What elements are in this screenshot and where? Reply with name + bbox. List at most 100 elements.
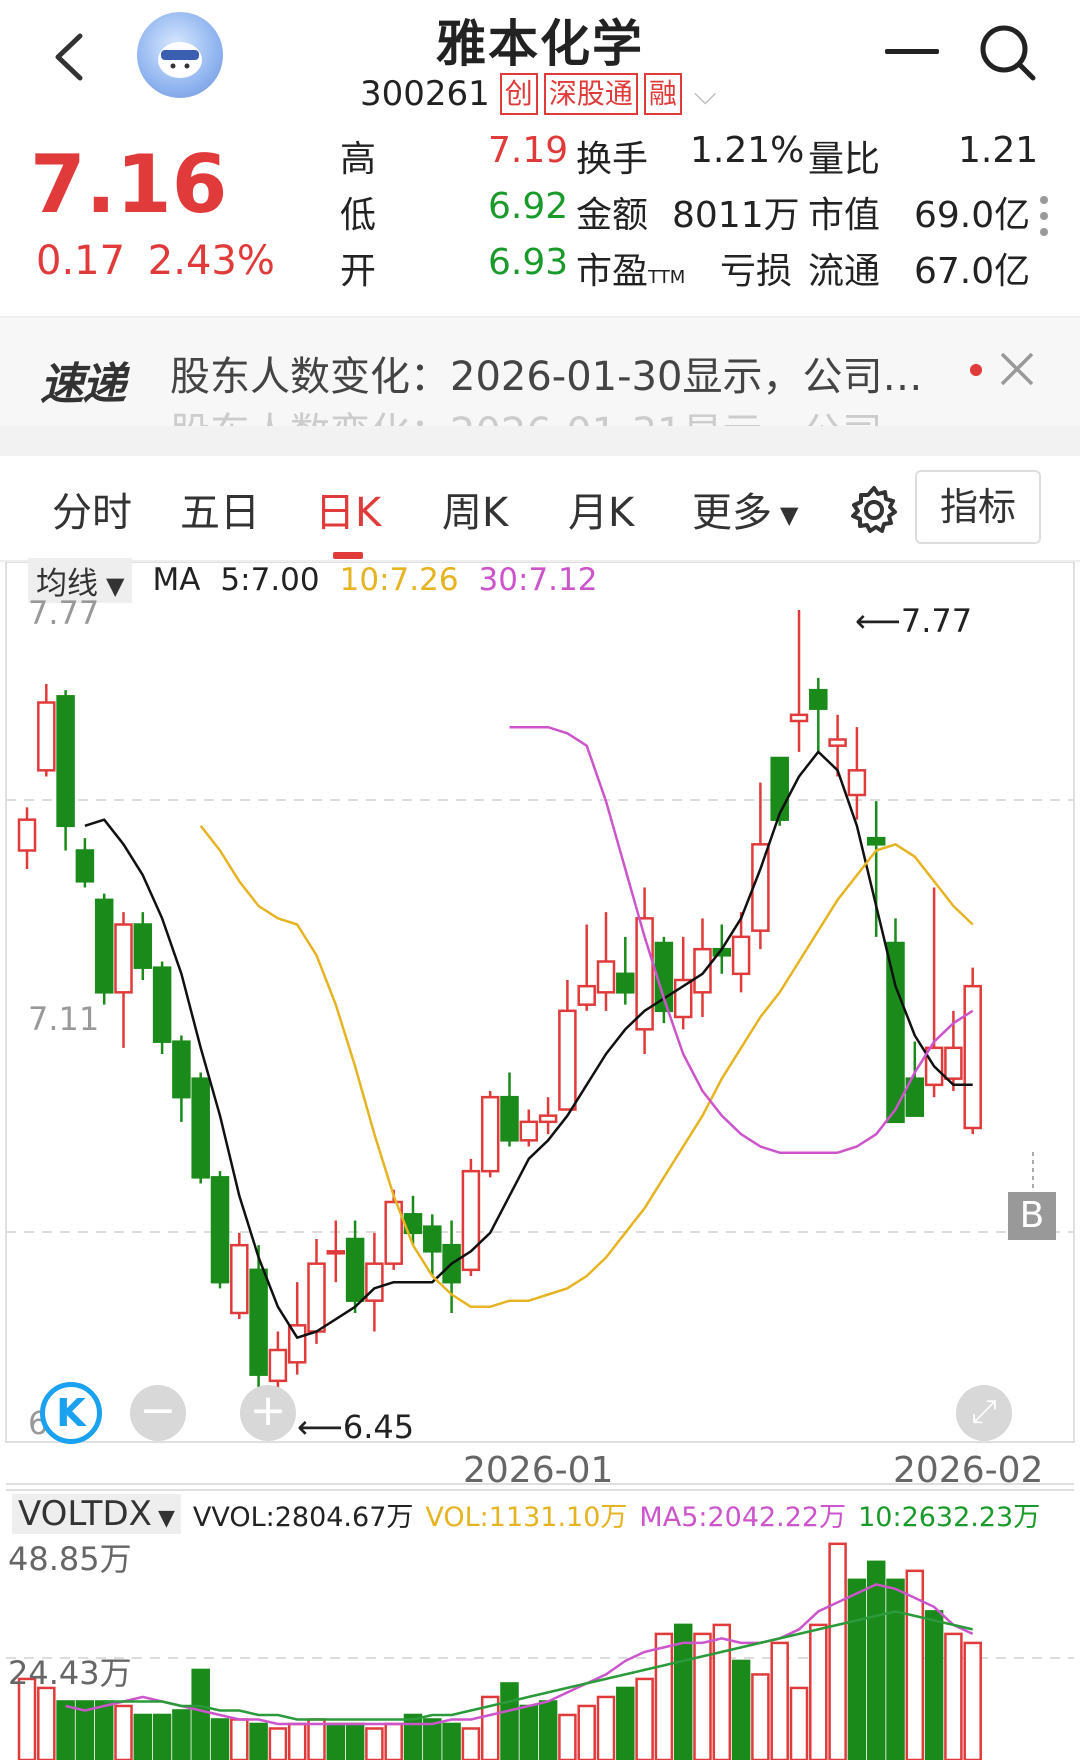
volume-bar bbox=[230, 1718, 249, 1760]
news-text[interactable]: 股东人数变化：2026-01-30显示，公司… bbox=[170, 344, 960, 402]
volume-bar bbox=[442, 1722, 461, 1760]
candle-body bbox=[152, 966, 172, 1043]
search-icon[interactable] bbox=[975, 20, 1041, 86]
volume-bar bbox=[287, 1722, 307, 1760]
label-market-cap: 市值 bbox=[808, 195, 881, 236]
vol-axis-top: 48.85万 bbox=[8, 1540, 132, 1578]
zoom-in-button[interactable]: + bbox=[240, 1385, 296, 1441]
stock-code-row: 300261 创 深股通 融 ⌵ bbox=[360, 70, 717, 118]
candle-body bbox=[17, 818, 37, 852]
value-high: 7.19 bbox=[488, 130, 569, 171]
candle-body bbox=[789, 713, 809, 723]
news-text-next: 股东人数变化：2026-01-31显示，公司… bbox=[170, 400, 960, 426]
volume-bar bbox=[886, 1578, 905, 1760]
candle-body bbox=[210, 1176, 230, 1284]
vol-value: VOL:1131.10万 bbox=[425, 1501, 628, 1533]
gear-icon[interactable] bbox=[848, 484, 900, 536]
tab-fenshi[interactable]: 分时 bbox=[52, 480, 132, 538]
label-turnover: 换手 bbox=[576, 139, 649, 180]
label-pe-text: 市盈 bbox=[576, 251, 649, 292]
candle-body bbox=[230, 1243, 249, 1315]
buy-marker[interactable]: B bbox=[1008, 1192, 1056, 1240]
candle-body bbox=[75, 849, 95, 883]
stock-name: 雅本化学 bbox=[436, 15, 644, 73]
date-label-feb: 2026-02 bbox=[893, 1450, 1044, 1491]
vol-axis-mid: 24.43万 bbox=[8, 1654, 132, 1692]
zoom-out-button[interactable]: − bbox=[130, 1385, 186, 1441]
news-ticker[interactable]: 速递 股东人数变化：2026-01-30显示，公司… 股东人数变化：2026-0… bbox=[0, 318, 1080, 426]
value-amount: 8011万 bbox=[672, 195, 800, 236]
value-volume-ratio: 1.21 bbox=[958, 130, 1039, 171]
candle-body bbox=[616, 972, 635, 994]
tab-rik[interactable]: 日K bbox=[315, 480, 381, 538]
candle-body bbox=[596, 960, 616, 994]
candle-body bbox=[480, 1095, 500, 1173]
label-high: 高 bbox=[340, 139, 377, 180]
volume-bar bbox=[635, 1677, 654, 1760]
more-vertical-icon[interactable] bbox=[1040, 196, 1050, 244]
tab-more[interactable]: 更多 ▼ bbox=[692, 480, 798, 538]
volume-bar bbox=[770, 1641, 789, 1760]
kline-chart[interactable] bbox=[0, 562, 1080, 1760]
volume-bar bbox=[94, 1700, 114, 1760]
tab-zhouk[interactable]: 周K bbox=[442, 480, 508, 538]
volume-bar bbox=[924, 1610, 944, 1760]
tab-wuri[interactable]: 五日 bbox=[180, 480, 260, 538]
candle-body bbox=[751, 843, 770, 932]
low-annotation: ⟵6.45 bbox=[297, 1408, 415, 1446]
ma-legend: 均线 ▼ MA 5:7.00 10:7.26 30:7.12 bbox=[28, 557, 617, 603]
indicator-button[interactable]: 指标 bbox=[915, 470, 1041, 544]
label-low: 低 bbox=[340, 195, 377, 236]
volume-bar bbox=[577, 1704, 596, 1760]
candle-body bbox=[731, 935, 751, 976]
value-open: 6.93 bbox=[488, 242, 569, 283]
volume-bar bbox=[249, 1722, 268, 1760]
high-annotation: ⟵7.77 bbox=[855, 602, 973, 640]
candle-body bbox=[268, 1348, 288, 1383]
candle-body bbox=[114, 923, 133, 994]
candle-body bbox=[94, 898, 114, 994]
value-low: 6.92 bbox=[488, 186, 569, 227]
candle-body bbox=[326, 1250, 346, 1255]
remove-watch-icon[interactable] bbox=[885, 49, 939, 54]
volume-bar bbox=[114, 1704, 133, 1760]
volume-bar bbox=[558, 1713, 577, 1760]
ma30-value: 30:7.12 bbox=[478, 562, 598, 598]
label-open: 开 bbox=[340, 251, 377, 292]
label-float-cap: 流通 bbox=[808, 251, 881, 292]
fullscreen-icon[interactable]: ⤢ bbox=[956, 1385, 1012, 1441]
volume-bar bbox=[731, 1659, 751, 1760]
active-tab-indicator bbox=[333, 552, 363, 559]
volume-bar bbox=[866, 1560, 886, 1760]
tab-yuek[interactable]: 月K bbox=[568, 480, 634, 538]
caret-down-icon: ▼ bbox=[780, 501, 799, 529]
caret-down-icon: ▼ bbox=[106, 571, 125, 600]
candle-body bbox=[249, 1268, 268, 1376]
volume-bar bbox=[365, 1727, 384, 1760]
volume-selector[interactable]: VOLTDX ▼ bbox=[12, 1494, 181, 1534]
low-annotation-value: 6.45 bbox=[342, 1408, 415, 1446]
tag-chuang: 创 bbox=[499, 73, 538, 115]
volume-bar bbox=[345, 1722, 365, 1760]
volume-bar bbox=[133, 1713, 153, 1760]
volume-selector-label: VOLTDX bbox=[18, 1494, 152, 1534]
vol-ma5-value: MA5:2042.22万 bbox=[639, 1501, 847, 1533]
ma-label: MA bbox=[152, 562, 201, 598]
volume-bar bbox=[500, 1682, 519, 1760]
chevron-down-icon[interactable]: ⌵ bbox=[694, 77, 717, 112]
volume-bar bbox=[963, 1641, 982, 1760]
candle-body bbox=[519, 1120, 539, 1142]
close-icon[interactable] bbox=[996, 348, 1038, 390]
candle-body bbox=[423, 1225, 442, 1253]
volume-bar bbox=[210, 1718, 230, 1760]
stock-code: 300261 bbox=[360, 74, 490, 114]
volume-bar bbox=[461, 1727, 481, 1760]
price-change: 0.17 2.43% bbox=[36, 238, 275, 284]
candle-body bbox=[538, 1114, 558, 1124]
y-axis-mid: 7.11 bbox=[28, 1000, 100, 1038]
volume-bar bbox=[191, 1668, 210, 1760]
vol-ma10-value: 10:2632.23万 bbox=[858, 1501, 1041, 1533]
k-logo-button[interactable]: K bbox=[40, 1382, 102, 1444]
volume-bar bbox=[712, 1623, 732, 1760]
volume-bar bbox=[384, 1722, 403, 1760]
